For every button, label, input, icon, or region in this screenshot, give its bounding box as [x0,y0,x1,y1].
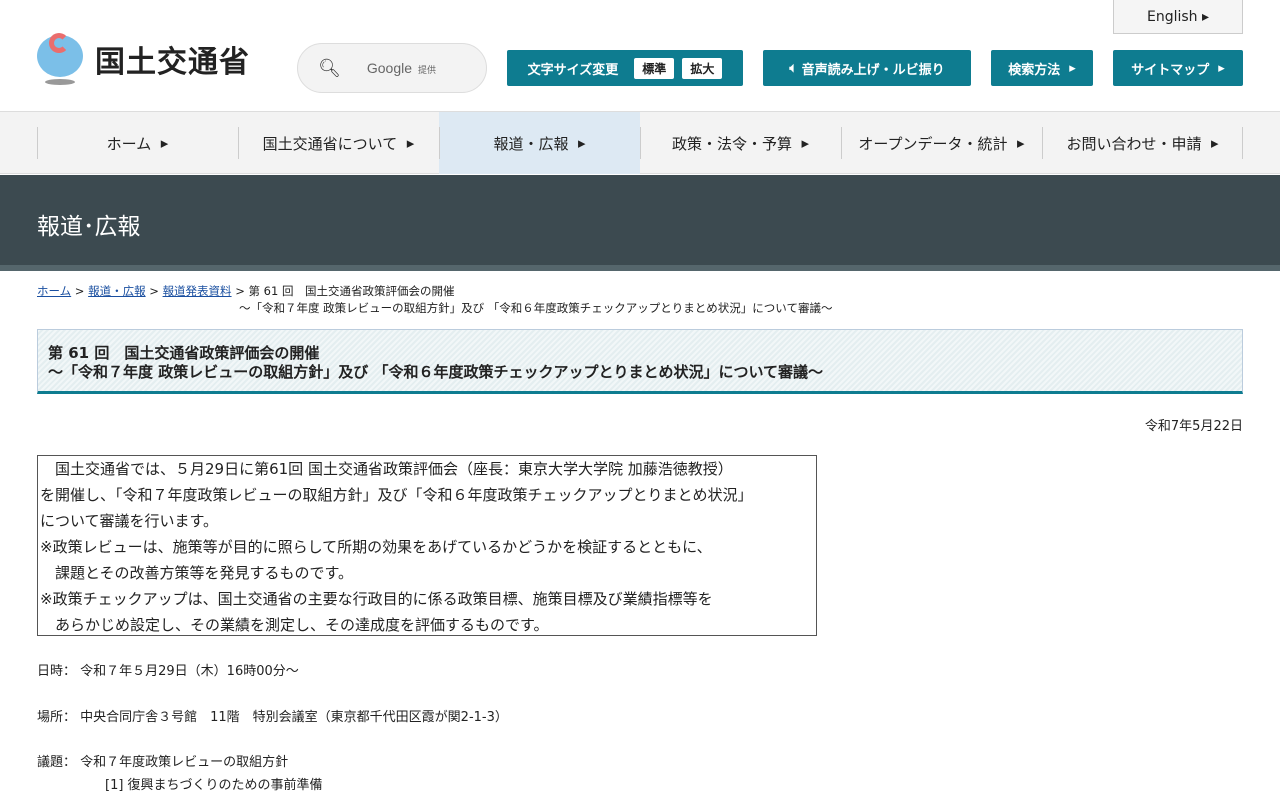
summary-line: ※政策チェックアップは、国土交通省の主要な行政目的に係る政策目標、施策目標及び業… [40,590,713,608]
search-placeholder: Google 提供 [366,60,437,76]
summary-line: について審議を行います。 [40,512,219,530]
nav-opendata[interactable]: オープンデータ・統計 ▸ [841,112,1042,174]
title-line1: 第 61 回 国土交通省政策評価会の開催 [48,344,320,362]
section-banner: 報道･広報 [0,175,1280,271]
global-nav: ホーム ▸ 国土交通省について ▸ 報道・広報 ▸ 政策・法令・予算 ▸ オープ… [0,112,1280,174]
summary-line: 国土交通省では、５月29日に第61回 国土交通省政策評価会（座長：東京大学大学院… [40,460,733,478]
section-title: 報道･広報 [37,214,141,240]
breadcrumb-current: 第 61 回 国土交通省政策評価会の開催 [248,284,455,298]
breadcrumb: ホーム > 報道・広報 > 報道発表資料 > 第 61 回 国土交通省政策評価会… [37,284,833,315]
search-input[interactable]: 🔍︎ Google 提供 [297,43,487,93]
publish-date: 令和7年5月22日 [1144,419,1243,434]
title-line2: ～「令和７年度 政策レビューの取組方針」及び 「令和６年度政策チェックアップとり… [48,363,823,381]
font-standard-button[interactable]: 標準 [634,57,675,79]
sitemap-button[interactable]: サイトマップ ▸ [1113,50,1243,86]
summary-line: ※政策レビューは、施策等が目的に照らして所期の効果をあげているかどうかを検証する… [40,538,712,556]
breadcrumb-release[interactable]: 報道発表資料 [163,284,232,298]
speaker-icon: 🔈︎ [789,60,802,76]
header: 国土交通省 🔍︎ Google 提供 English ▸ 文字サイズ変更 標準 拡… [0,0,1280,112]
event-place: 場所： 中央合同庁舎３号館 11階 特別会議室（東京都千代田区霞が関2-1-3） [37,710,508,725]
summary-line: あらかじめ設定し、その業績を測定し、その達成度を評価するものです。 [40,616,549,634]
breadcrumb-home[interactable]: ホーム [37,284,71,298]
agenda-item: [1] 復興まちづくりのための事前準備 [105,778,323,793]
mlit-logo[interactable]: 国土交通省 [37,33,250,85]
speech-button[interactable]: 🔈︎ 音声読み上げ・ルビ振り [763,50,971,86]
search-method-button[interactable]: 検索方法 ▸ [991,50,1093,86]
summary-line: を開催し、「令和７年度政策レビューの取組方針」及び「令和６年度政策チェックアップ… [40,486,753,504]
breadcrumb-current-sub: ～「令和７年度 政策レビューの取組方針」及び 「令和６年度政策チェックアップとり… [239,301,833,315]
font-large-button[interactable]: 拡大 [682,57,723,79]
summary-box: 国土交通省では、５月29日に第61回 国土交通省政策評価会（座長：東京大学大学院… [37,455,817,636]
font-size-label: 文字サイズ変更 [527,62,619,78]
nav-contact[interactable]: お問い合わせ・申請 ▸ [1042,112,1243,174]
english-link[interactable]: English ▸ [1113,0,1243,34]
nav-policy[interactable]: 政策・法令・予算 ▸ [640,112,841,174]
nav-home[interactable]: ホーム ▸ [37,112,238,174]
nav-about[interactable]: 国土交通省について ▸ [238,112,439,174]
breadcrumb-press[interactable]: 報道・広報 [88,284,146,298]
page-title: 第 61 回 国土交通省政策評価会の開催 ～「令和７年度 政策レビューの取組方針… [37,329,1243,394]
font-size-control: 文字サイズ変更 標準 拡大 [507,50,743,86]
event-datetime: 日時： 令和７年５月29日（木）16時00分～ [37,664,299,679]
search-icon: 🔍︎ [318,57,341,79]
event-agenda: 議題： 令和７年度政策レビューの取組方針 [37,755,289,770]
logo-mark-icon [37,33,85,85]
summary-line: 課題とその改善方策等を発見するものです。 [40,564,354,582]
logo-text: 国土交通省 [95,45,250,80]
nav-press[interactable]: 報道・広報 ▸ [439,112,640,174]
